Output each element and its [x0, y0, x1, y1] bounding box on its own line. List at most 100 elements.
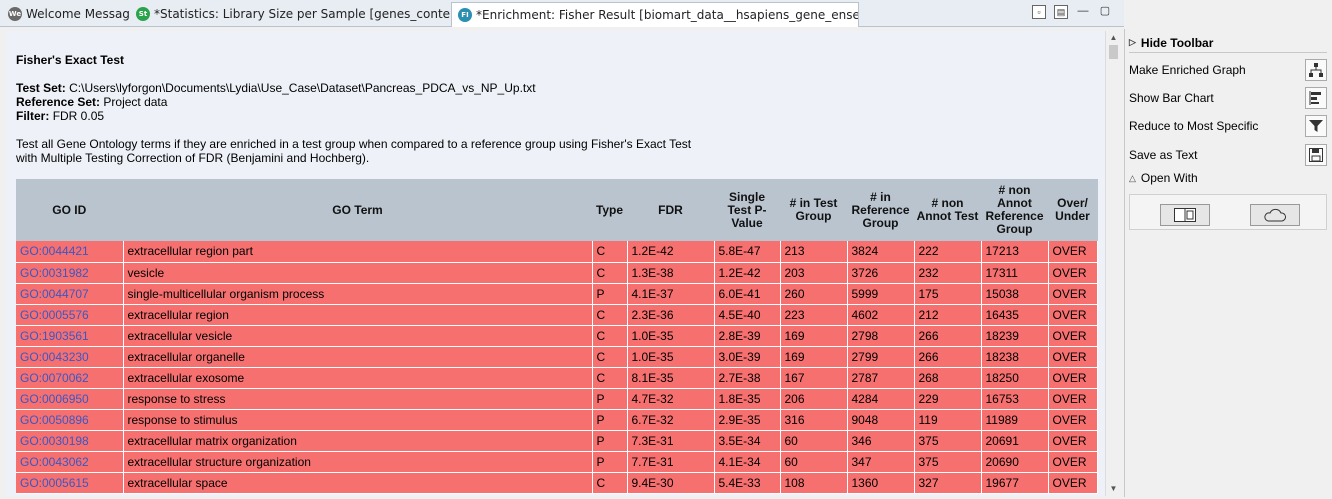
go-id-link[interactable]: GO:0070062: [16, 367, 124, 389]
hide-toolbar-toggle[interactable]: ▷ Hide Toolbar: [1129, 33, 1327, 53]
enrichment-icon: FI: [458, 8, 472, 22]
go-id-link[interactable]: GO:0043062: [16, 451, 124, 473]
table-cell: 167: [780, 367, 848, 389]
save-icon[interactable]: [1305, 144, 1327, 166]
column-header[interactable]: # in Test Group: [780, 179, 848, 241]
maximize-icon[interactable]: ▢: [1098, 5, 1112, 19]
table-cell: C: [592, 472, 628, 494]
table-row[interactable]: GO:0005576 extracellular region C 2.3E-36 4.…: [16, 304, 1098, 326]
go-id-link[interactable]: GO:0043230: [16, 346, 124, 368]
table-cell: 3824: [847, 241, 915, 263]
open-with-toggle[interactable]: △ Open With: [1129, 170, 1327, 186]
table-row[interactable]: GO:1903561 extracellular vesicle C 1.0E-35 2…: [16, 325, 1098, 347]
table-cell: OVER: [1048, 367, 1098, 389]
vertical-scrollbar[interactable]: ▲ ▼: [1105, 31, 1120, 496]
table-cell: extracellular region part: [123, 241, 593, 263]
scroll-down-icon[interactable]: ▼: [1106, 482, 1121, 496]
table-cell: OVER: [1048, 283, 1098, 305]
table-cell: 7.7E-31: [627, 451, 715, 473]
description-line: with Multiple Testing Correction of FDR …: [16, 151, 370, 165]
table-cell: 11989: [981, 409, 1049, 431]
table-row[interactable]: GO:0031982 vesicle C 1.3E-38 1.2E-42 203 3726 2…: [16, 262, 1098, 284]
table-cell: 347: [847, 451, 915, 473]
action-label: Save as Text: [1129, 148, 1198, 162]
go-id-link[interactable]: GO:0030198: [16, 430, 124, 452]
save-as-text-action[interactable]: Save as Text: [1129, 143, 1327, 167]
column-header[interactable]: # non Annot Reference Group: [981, 179, 1049, 241]
cloud-icon[interactable]: [1250, 204, 1300, 226]
scroll-up-icon[interactable]: ▲: [1106, 31, 1121, 45]
column-header[interactable]: GO Term: [123, 179, 593, 241]
tab-label: Welcome Message: [26, 7, 130, 21]
save-layout-icon[interactable]: ▤: [1054, 5, 1068, 19]
table-cell: 7.3E-31: [627, 430, 715, 452]
table-cell: 5.4E-33: [714, 472, 781, 494]
scrollbar-thumb[interactable]: [1109, 45, 1118, 59]
report-title: Fisher's Exact Test: [16, 53, 125, 67]
table-cell: OVER: [1048, 325, 1098, 347]
go-id-link[interactable]: GO:0005615: [16, 472, 124, 494]
open-with-label: Open With: [1140, 171, 1198, 185]
table-row[interactable]: GO:0030198 extracellular matrix organizat…: [16, 430, 1098, 452]
go-id-link[interactable]: GO:0050896: [16, 409, 124, 431]
go-id-link[interactable]: GO:0044421: [16, 241, 124, 263]
go-id-link[interactable]: GO:0006950: [16, 388, 124, 410]
table-cell: extracellular vesicle: [123, 325, 593, 347]
column-header[interactable]: FDR: [627, 179, 715, 241]
make-enriched-graph-action[interactable]: Make Enriched Graph: [1129, 58, 1327, 82]
table-cell: 206: [780, 388, 848, 410]
table-cell: extracellular exosome: [123, 367, 593, 389]
table-cell: 169: [780, 346, 848, 368]
go-id-link[interactable]: GO:0031982: [16, 262, 124, 284]
column-header[interactable]: Type: [592, 179, 628, 241]
minimize-icon[interactable]: —: [1076, 5, 1090, 19]
hide-toolbar-label: Hide Toolbar: [1140, 35, 1214, 50]
go-id-link[interactable]: GO:1903561: [16, 325, 124, 347]
test-set-value: C:\Users\lyforgon\Documents\Lydia\Use_Ca…: [69, 81, 536, 95]
restore-icon[interactable]: ▫: [1032, 5, 1046, 19]
bar-chart-icon[interactable]: [1305, 87, 1327, 109]
table-row[interactable]: GO:0044421 extracellular region part C 1.2E…: [16, 241, 1098, 263]
table-cell: 2.3E-36: [627, 304, 715, 326]
filter-icon[interactable]: [1305, 115, 1327, 137]
tab-enrichment-fisher[interactable]: FI *Enrichment: Fisher Result [biomart_d…: [451, 2, 859, 27]
show-bar-chart-action[interactable]: Show Bar Chart: [1129, 86, 1327, 110]
tab-welcome-message[interactable]: We Welcome Message: [2, 2, 130, 26]
column-header[interactable]: # non Annot Test: [914, 179, 982, 241]
action-label: Make Enriched Graph: [1129, 63, 1246, 77]
tab-statistics[interactable]: St *Statistics: Library Size per Sample …: [130, 2, 450, 26]
description-line: Test all Gene Ontology terms if they are…: [16, 137, 692, 151]
table-row[interactable]: GO:0005615 extracellular space C 9.4E-30 5.4…: [16, 472, 1098, 494]
table-cell: 6.7E-32: [627, 409, 715, 431]
column-header[interactable]: GO ID: [16, 179, 124, 241]
column-header[interactable]: Single Test P-Value: [714, 179, 781, 241]
table-row[interactable]: GO:0043230 extracellular organelle C 1.0E-3…: [16, 346, 1098, 368]
report-meta: Test Set: C:\Users\lyforgon\Documents\Ly…: [16, 81, 536, 123]
go-id-link[interactable]: GO:0005576: [16, 304, 124, 326]
table-cell: 20690: [981, 451, 1049, 473]
table-cell: 175: [914, 283, 982, 305]
table-row[interactable]: GO:0070062 extracellular exosome C 8.1E-35 2…: [16, 367, 1098, 389]
table-cell: 19677: [981, 472, 1049, 494]
table-cell: 327: [914, 472, 982, 494]
column-header[interactable]: # in Reference Group: [847, 179, 915, 241]
go-id-link[interactable]: GO:0044707: [16, 283, 124, 305]
table-row[interactable]: GO:0050896 response to stimulus P 6.7E-32 2.…: [16, 409, 1098, 431]
action-label: Show Bar Chart: [1129, 91, 1214, 105]
triangle-right-icon: ▷: [1129, 37, 1136, 47]
table-cell: 16753: [981, 388, 1049, 410]
table-cell: P: [592, 451, 628, 473]
table-cell: 60: [780, 451, 848, 473]
split-view-icon[interactable]: [1160, 204, 1210, 226]
table-row[interactable]: GO:0006950 response to stress P 4.7E-32 1.8E…: [16, 388, 1098, 410]
column-header[interactable]: Over/ Under: [1048, 179, 1098, 241]
reduce-to-most-specific-action[interactable]: Reduce to Most Specific: [1129, 114, 1327, 138]
table-row[interactable]: GO:0043062 extracellular structure organi…: [16, 451, 1098, 473]
table-row[interactable]: GO:0044707 single-multicellular organism …: [16, 283, 1098, 305]
table-cell: 3726: [847, 262, 915, 284]
graph-icon[interactable]: [1305, 59, 1327, 81]
open-with-panel: [1129, 194, 1327, 230]
table-cell: OVER: [1048, 472, 1098, 494]
table-cell: P: [592, 283, 628, 305]
table-cell: 375: [914, 451, 982, 473]
